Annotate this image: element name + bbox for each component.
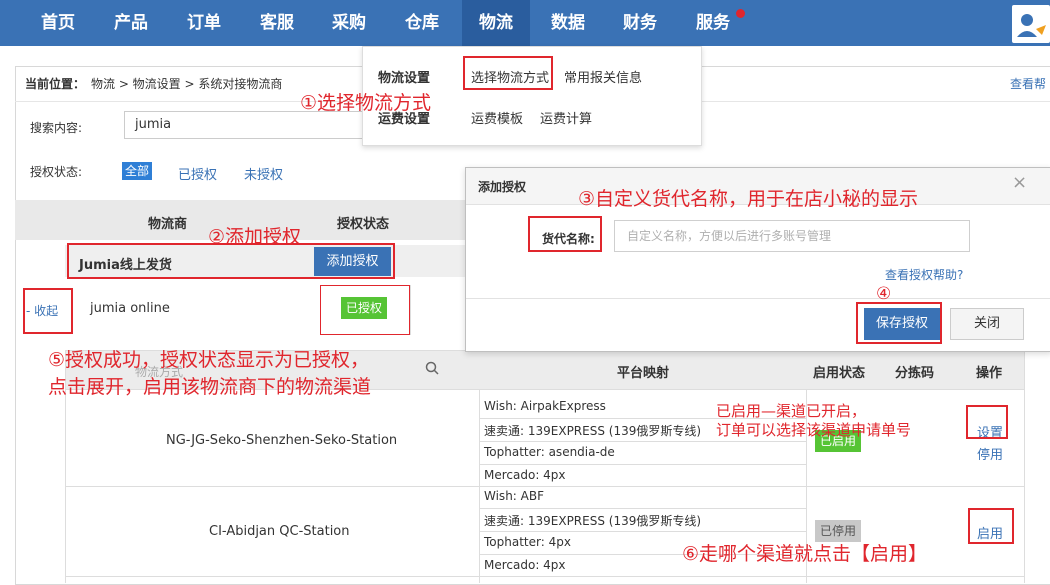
nav-orders[interactable]: 订单	[168, 0, 240, 46]
annotation-highlight-box	[23, 288, 73, 334]
filter-unauthorized[interactable]: 未授权	[244, 164, 283, 183]
annotation-highlight-box	[67, 243, 395, 279]
search-icon[interactable]	[425, 361, 439, 379]
channel-disable-link[interactable]: 停用	[977, 444, 1003, 463]
filter-all[interactable]: 全部	[122, 162, 153, 180]
divider	[466, 298, 1050, 299]
annotation-step-3: ③自定义货代名称，用于在店小秘的显示	[578, 188, 919, 210]
breadcrumb-label: 当前位置：	[25, 77, 86, 91]
annotation-highlight-box	[966, 405, 1008, 439]
divider	[65, 576, 1025, 577]
nav-data[interactable]: 数据	[532, 0, 604, 46]
annotation-step-6: ⑥走哪个渠道就点击【启用】	[682, 543, 928, 565]
nav-home[interactable]: 首页	[22, 0, 94, 46]
user-avatar[interactable]	[1012, 5, 1050, 43]
divider	[479, 531, 806, 532]
col-carrier: 物流商	[148, 217, 188, 232]
auth-help-link[interactable]: 查看授权帮助?	[885, 266, 963, 283]
mapping-item: Mercado: 4px	[484, 558, 566, 572]
user-icon	[1017, 14, 1046, 37]
close-button[interactable]: 关闭	[950, 308, 1024, 340]
nav-warehouse[interactable]: 仓库	[386, 0, 458, 46]
channel-name: CI-Abidjan QC-Station	[209, 524, 350, 539]
col-enable-status: 启用状态	[813, 366, 866, 381]
annotation-step-4: ④	[876, 284, 892, 304]
mapping-item: Tophatter: 4px	[484, 535, 571, 549]
menu-item-freight-calc[interactable]: 运费计算	[540, 108, 592, 127]
divider	[479, 441, 806, 442]
nav-finance[interactable]: 财务	[604, 0, 676, 46]
divider	[65, 486, 1025, 487]
help-link[interactable]: 查看帮	[1010, 75, 1046, 92]
annotation-step-5-line1: ⑤授权成功，授权状态显示为已授权，	[48, 349, 370, 371]
col-action: 操作	[976, 366, 1003, 381]
divider	[479, 508, 806, 509]
divider	[410, 285, 411, 335]
annotation-highlight-box	[528, 216, 602, 252]
annotation-highlight-box	[856, 302, 942, 344]
nav-service[interactable]: 客服	[241, 0, 313, 46]
notification-dot-icon	[736, 9, 745, 18]
nav-products[interactable]: 产品	[95, 0, 167, 46]
mapping-item: Tophatter: asendia-de	[484, 445, 615, 459]
carrier-name: jumia online	[90, 301, 170, 316]
annotation-note-line2: 订单可以选择该渠道申请单号	[716, 421, 912, 439]
mapping-item: 速卖通: 139EXPRESS (139俄罗斯专线)	[484, 424, 702, 438]
close-icon[interactable]: ×	[1012, 172, 1027, 193]
menu-item-customs-info[interactable]: 常用报关信息	[564, 67, 642, 86]
nav-logistics[interactable]: 物流	[462, 0, 530, 46]
annotation-step-1: ①选择物流方式	[300, 92, 432, 114]
mapping-item: Wish: ABF	[484, 489, 544, 503]
nav-services[interactable]: 服务	[677, 0, 749, 46]
menu-item-freight-template[interactable]: 运费模板	[471, 108, 523, 127]
mapping-item: 速卖通: 139EXPRESS (139俄罗斯专线)	[484, 514, 702, 528]
annotation-note-line1: 已启用—渠道已开启，	[716, 402, 867, 420]
filter-label: 授权状态:	[30, 165, 83, 179]
mapping-item: Mercado: 4px	[484, 468, 566, 482]
annotation-highlight-box	[463, 56, 553, 90]
mapping-item: Wish: AirpakExpress	[484, 399, 606, 413]
annotation-highlight-box	[320, 285, 410, 335]
col-mapping: 平台映射	[617, 366, 670, 381]
annotation-step-5-line2: 点击展开，启用该物流商下的物流渠道	[48, 376, 372, 398]
menu-group-logistics-settings: 物流设置	[378, 71, 431, 86]
breadcrumb-path[interactable]: 物流 > 物流设置 > 系统对接物流商	[91, 75, 282, 92]
col-sort-code: 分拣码	[895, 366, 935, 381]
nav-purchase[interactable]: 采购	[313, 0, 385, 46]
annotation-highlight-box	[968, 508, 1014, 544]
filter-authorized[interactable]: 已授权	[178, 164, 217, 183]
alias-input[interactable]: 自定义名称，方便以后进行多账号管理	[614, 220, 970, 252]
search-label: 搜索内容:	[30, 121, 83, 135]
divider	[479, 464, 806, 465]
search-input[interactable]: jumia	[124, 111, 374, 139]
col-auth-status: 授权状态	[337, 217, 390, 232]
top-nav: 首页 产品 订单 客服 采购 仓库 物流 数据 财务 服务	[0, 0, 1050, 46]
modal-title: 添加授权	[478, 180, 527, 194]
channel-name: NG-JG-Seko-Shenzhen-Seko-Station	[166, 433, 398, 448]
